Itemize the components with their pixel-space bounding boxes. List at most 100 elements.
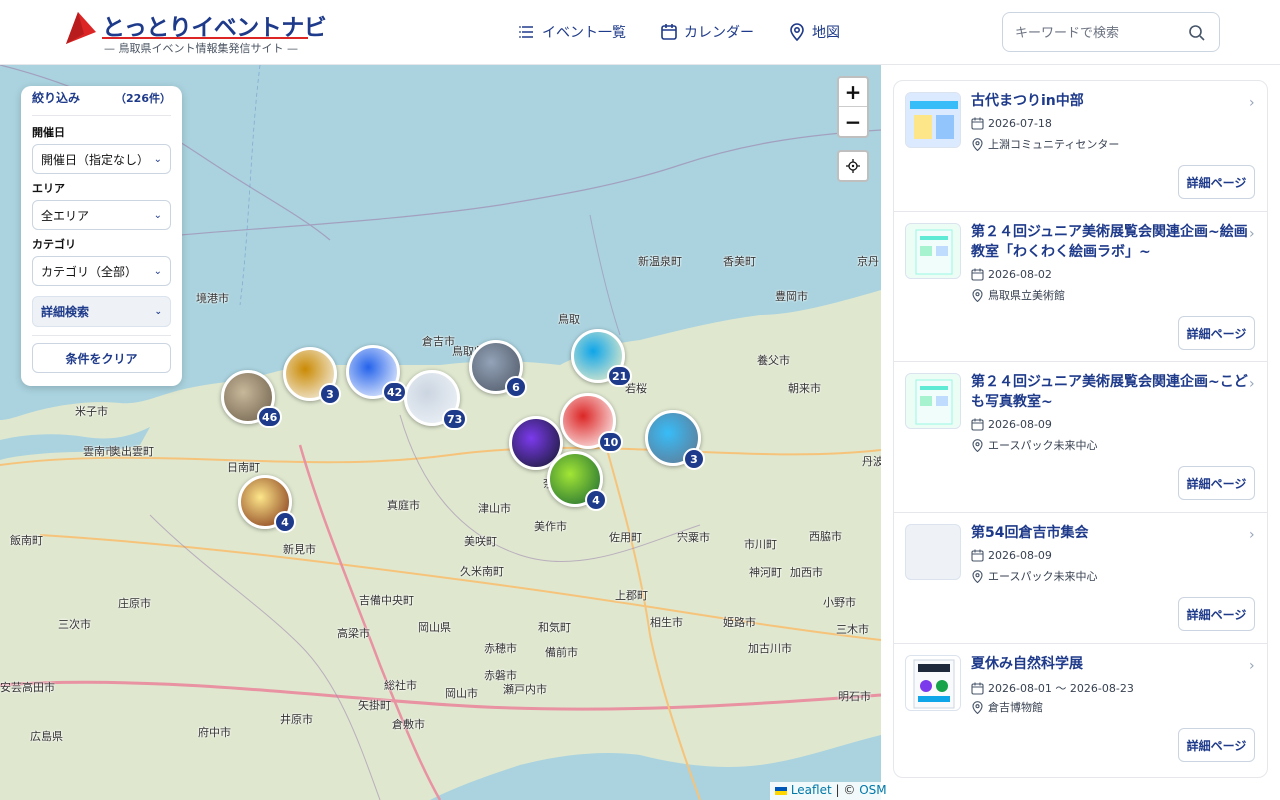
- detail-page-button[interactable]: 詳細ページ: [1178, 165, 1255, 199]
- map-place-label: 倉吉市: [422, 335, 455, 348]
- map-place-label: 津山市: [478, 502, 511, 515]
- area-select[interactable]: 全エリア ⌄: [32, 200, 171, 230]
- osm-link[interactable]: OSM: [859, 783, 886, 797]
- map-place-label: 吉備中央町: [359, 594, 414, 607]
- map-place-label: 飯南町: [10, 534, 43, 547]
- leaflet-link[interactable]: Leaflet: [791, 783, 832, 797]
- event-venue: 鳥取県立美術館: [971, 287, 1065, 303]
- nav-calendar[interactable]: カレンダー: [660, 18, 754, 46]
- map-place-label: 美咲町: [464, 535, 497, 548]
- detail-page-button[interactable]: 詳細ページ: [1178, 597, 1255, 631]
- map-place-label: 小野市: [823, 596, 856, 609]
- event-date: 2026-08-09: [971, 418, 1052, 431]
- ukraine-flag-icon: [775, 786, 787, 795]
- logo-subtitle: — 鳥取県イベント情報集発信サイト —: [104, 42, 298, 55]
- cluster-count-badge[interactable]: 4: [274, 511, 296, 533]
- event-thumbnail-placeholder: [905, 524, 961, 580]
- detail-page-button[interactable]: 詳細ページ: [1178, 728, 1255, 762]
- search-input[interactable]: [1015, 23, 1185, 43]
- cluster-count-badge[interactable]: 10: [598, 431, 624, 453]
- search-box: [1002, 12, 1220, 52]
- map-place-label: 和気町: [538, 621, 571, 634]
- map-place-label: 鳥取: [558, 313, 580, 326]
- event-date: 2026-08-09: [971, 549, 1052, 562]
- event-item[interactable]: 第54回倉吉市集会 2026-08-09 エースパック未来中心 › 詳細ページ: [894, 513, 1267, 644]
- map-place-label: 高梁市: [337, 627, 370, 640]
- map-place-label: 真庭市: [387, 499, 420, 512]
- search-icon[interactable]: [1187, 23, 1207, 43]
- map-place-label: 朝来市: [788, 382, 821, 395]
- chevron-right-icon: ›: [1249, 226, 1255, 242]
- date-select-value: 開催日（指定なし）: [41, 152, 150, 167]
- map-place-label: 西脇市: [809, 530, 842, 543]
- map-place-label: 豊岡市: [775, 290, 808, 303]
- list-icon: [519, 26, 533, 38]
- map-place-label: 上郡町: [615, 589, 648, 602]
- filter-divider: [32, 335, 171, 336]
- event-item[interactable]: 古代まつりin中部 2026-07-18 上淵コミュニティセンター › 詳細ペー…: [894, 81, 1267, 212]
- event-item[interactable]: 第２４回ジュニア美術展覧会関連企画~絵画教室「わくわく絵画ラボ」~ 2026-0…: [894, 212, 1267, 362]
- site-header: とっとりイベントナビ — 鳥取県イベント情報集発信サイト — イベント一覧 カレ…: [0, 0, 1280, 65]
- date-select[interactable]: 開催日（指定なし） ⌄: [32, 144, 171, 174]
- map-place-label: 新温泉町: [638, 255, 682, 268]
- cluster-count-badge[interactable]: 46: [257, 406, 283, 428]
- event-date-text: 2026-08-09: [988, 418, 1052, 431]
- zoom-out-button[interactable]: −: [839, 107, 867, 136]
- category-select[interactable]: カテゴリ（全部） ⌄: [32, 256, 171, 286]
- chevron-down-icon: ⌄: [154, 306, 162, 317]
- calendar-icon: [971, 418, 984, 431]
- chevron-right-icon: ›: [1249, 527, 1255, 543]
- advanced-search-toggle[interactable]: 詳細検索 ⌄: [32, 296, 171, 327]
- map-pin-icon: [790, 23, 804, 41]
- map-place-label: 美作市: [534, 520, 567, 533]
- map-place-label: 明石市: [838, 690, 871, 703]
- cluster-count-badge[interactable]: 4: [585, 489, 607, 511]
- area-label: エリア: [32, 182, 65, 195]
- calendar-icon: [971, 549, 984, 562]
- zoom-in-button[interactable]: +: [839, 78, 867, 107]
- area-select-value: 全エリア: [41, 208, 90, 223]
- event-item[interactable]: 夏休み自然科学展 2026-08-01 〜 2026-08-23 倉吉博物館 ›…: [894, 644, 1267, 775]
- chevron-right-icon: ›: [1249, 95, 1255, 111]
- date-label: 開催日: [32, 126, 65, 139]
- map-place-label: 京丹: [857, 255, 879, 268]
- crosshair-icon: [846, 159, 860, 173]
- filter-panel: 絞り込み （226件） 開催日 開催日（指定なし） ⌄ エリア 全エリア ⌄ カ…: [21, 86, 182, 386]
- event-title: 夏休み自然科学展: [971, 656, 1083, 672]
- event-item[interactable]: 第２４回ジュニア美術展覧会関連企画~こども写真教室~ 2026-08-09 エー…: [894, 362, 1267, 513]
- calendar-icon: [971, 682, 984, 695]
- map-place-label: 境港市: [196, 292, 229, 305]
- nav-map-label: 地図: [812, 25, 840, 41]
- cluster-count-badge[interactable]: 3: [319, 383, 341, 405]
- event-title: 第２４回ジュニア美術展覧会関連企画~こども写真教室~: [971, 374, 1248, 410]
- chevron-down-icon: ⌄: [153, 153, 162, 165]
- result-count: （226件）: [115, 91, 171, 105]
- cluster-count-badge[interactable]: 6: [505, 376, 527, 398]
- zoom-control: + −: [837, 76, 869, 138]
- cluster-count-badge[interactable]: 73: [442, 408, 468, 430]
- cluster-count-badge[interactable]: 3: [683, 448, 705, 470]
- advanced-search-label: 詳細検索: [41, 305, 90, 319]
- map-pin-icon: [972, 569, 983, 583]
- event-thumbnail: [905, 373, 961, 429]
- locate-button[interactable]: [837, 150, 869, 182]
- map-place-label: 広島県: [30, 730, 63, 743]
- event-date-text: 2026-08-01 〜 2026-08-23: [988, 682, 1134, 695]
- logo-mark-icon: [66, 12, 96, 44]
- chevron-right-icon: ›: [1249, 658, 1255, 674]
- event-title: 古代まつりin中部: [971, 93, 1084, 109]
- map-pin-icon: [972, 137, 983, 151]
- detail-page-button[interactable]: 詳細ページ: [1178, 316, 1255, 350]
- category-select-value: カテゴリ（全部）: [41, 264, 138, 279]
- calendar-icon: [661, 24, 677, 40]
- map-place-label: 岡山市: [445, 687, 478, 700]
- map-pin-icon: [972, 700, 983, 714]
- clear-filters-button[interactable]: 条件をクリア: [32, 343, 171, 373]
- cluster-count-badge[interactable]: 42: [382, 381, 408, 403]
- cluster-count-badge[interactable]: 21: [607, 365, 633, 387]
- site-logo[interactable]: とっとりイベントナビ — 鳥取県イベント情報集発信サイト —: [64, 8, 327, 56]
- nav-event-list[interactable]: イベント一覧: [518, 18, 626, 46]
- nav-map[interactable]: 地図: [788, 18, 840, 46]
- event-venue: エースパック未来中心: [971, 437, 1097, 453]
- detail-page-button[interactable]: 詳細ページ: [1178, 466, 1255, 500]
